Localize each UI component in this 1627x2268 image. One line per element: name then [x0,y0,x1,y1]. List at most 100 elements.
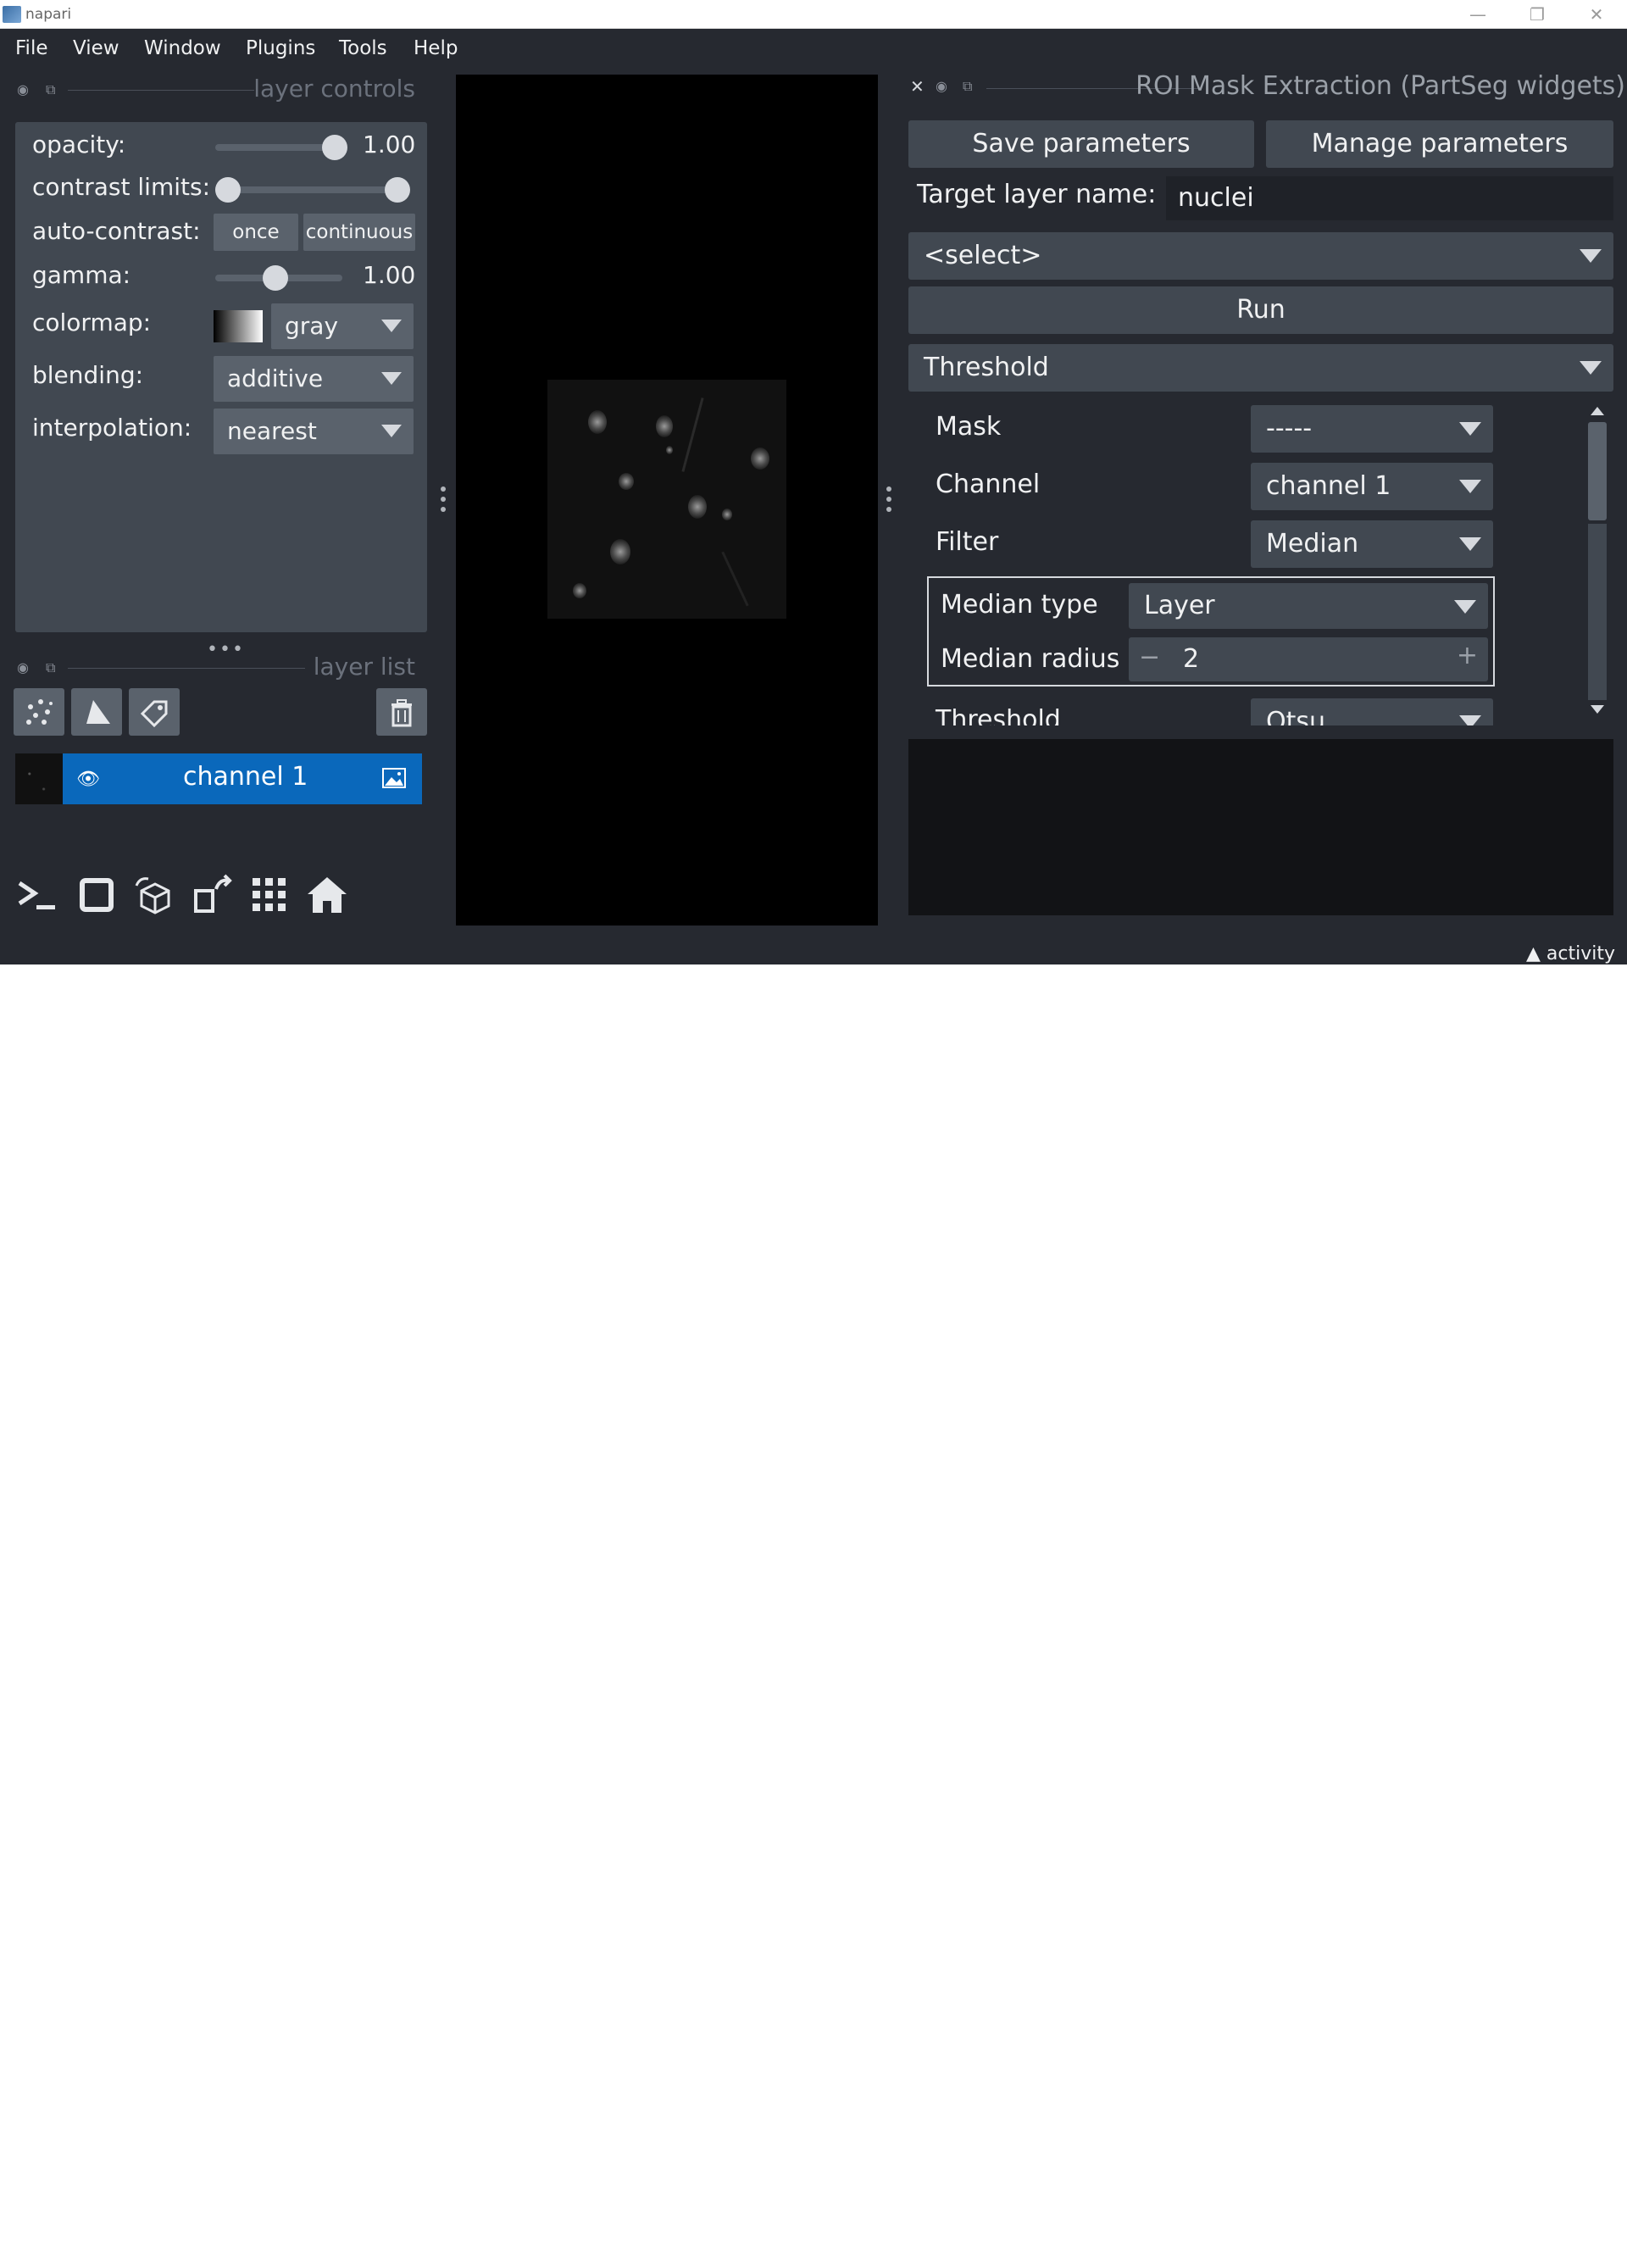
threshold-row-clip: Threshold Otsu [898,698,1610,725]
target-layer-input[interactable]: nuclei [1166,176,1613,220]
left-dock: ◉ ⧉ layer controls opacity: 1.00 contras… [0,71,441,964]
transpose-dimensions-button[interactable] [186,870,237,920]
napari-window: napari — ❐ ✕ File View Window Plugins To… [0,0,1627,964]
gamma-slider-handle[interactable] [263,265,288,291]
layer-item-channel-1[interactable]: 👁 channel 1 [15,753,422,804]
auto-contrast-continuous-button[interactable]: continuous [303,214,415,251]
plus-icon[interactable]: + [1457,641,1478,670]
opacity-label: opacity: [32,131,126,158]
close-icon[interactable]: ✕ [1580,2,1613,27]
splitter-handle[interactable]: ••• [207,639,245,660]
chevron-down-icon [381,425,402,437]
manage-parameters-button[interactable]: Manage parameters [1266,120,1613,168]
mask-dropdown[interactable]: ----- [1251,405,1493,453]
grid-view-button[interactable] [244,870,295,920]
scroll-up-arrow-icon[interactable] [1591,407,1604,415]
median-type-label: Median type [941,590,1098,620]
restore-icon[interactable]: ❐ [1520,2,1554,27]
undock-icon[interactable]: ⧉ [46,81,55,98]
filter-dropdown[interactable]: Median [1251,520,1493,568]
new-shapes-layer-button[interactable] [71,688,122,736]
auto-contrast-label: auto-contrast: [32,217,201,245]
channel-value: channel 1 [1266,471,1391,501]
console-icon [18,881,55,909]
layer-list-title: layer list [313,653,415,681]
interpolation-label: interpolation: [32,414,192,442]
opacity-slider-handle[interactable] [322,135,347,160]
label-tag-icon [140,700,168,728]
napari-logo-icon [3,6,21,23]
float-dock-icon[interactable]: ◉ [17,81,29,97]
menu-help[interactable]: Help [414,37,458,59]
chevron-down-icon [1459,480,1481,493]
toggle-ndisplay-button[interactable] [71,870,122,920]
shapes-icon [86,700,110,724]
scroll-down-arrow-icon[interactable] [1591,705,1604,714]
roll-dimensions-button[interactable] [129,870,180,920]
title-bar: napari — ❐ ✕ [0,0,1627,29]
scrollbar-track[interactable] [1588,524,1607,700]
minus-icon[interactable]: − [1139,642,1160,672]
parameters-scrollbar[interactable] [1586,405,1607,727]
scrollbar-thumb[interactable] [1588,422,1607,520]
menu-window[interactable]: Window [144,37,221,59]
console-button[interactable] [12,870,63,920]
layer-name[interactable]: channel 1 [183,762,308,792]
right-splitter-handle[interactable] [886,486,891,517]
new-points-layer-button[interactable] [14,688,64,736]
left-splitter-handle[interactable] [441,486,446,517]
channel-label: Channel [936,470,1041,499]
reset-view-button[interactable] [302,870,353,920]
menu-file[interactable]: File [15,37,48,59]
close-icon[interactable]: ✕ [910,76,925,97]
blending-dropdown[interactable]: additive [214,356,414,402]
undock-icon[interactable]: ⧉ [46,659,55,676]
colormap-label: colormap: [32,309,152,336]
median-type-dropdown[interactable]: Layer [1129,583,1488,629]
mask-label: Mask [936,412,1002,442]
channel-dropdown[interactable]: channel 1 [1251,463,1493,510]
info-log-area [908,739,1613,915]
eye-icon[interactable]: 👁 [76,769,100,790]
chevron-down-icon [1580,249,1602,263]
run-button[interactable]: Run [908,286,1613,334]
float-dock-icon[interactable]: ◉ [936,78,947,94]
interpolation-dropdown[interactable]: nearest [214,409,414,454]
minimize-icon[interactable]: — [1461,2,1495,27]
menu-bar: File View Window Plugins Tools Help [0,29,1627,71]
filter-label: Filter [936,527,999,557]
median-radius-value[interactable]: 2 [1183,644,1199,674]
chevron-down-icon [1454,600,1476,614]
activity-label: activity [1546,943,1615,964]
median-filter-box: Median type Layer Median radius − 2 + [927,576,1495,687]
new-labels-layer-button[interactable] [129,688,180,736]
colormap-dropdown[interactable]: gray [271,303,414,349]
chevron-down-icon [381,372,402,385]
delete-layer-button[interactable] [376,688,427,736]
median-radius-spinbox[interactable]: − 2 + [1129,637,1488,681]
float-dock-icon[interactable]: ◉ [17,659,29,675]
gamma-label: gamma: [32,261,131,289]
undock-icon[interactable]: ⧉ [963,78,972,95]
menu-view[interactable]: View [73,37,119,59]
threshold-value: Otsu [1266,707,1326,725]
menu-plugins[interactable]: Plugins [246,37,315,59]
activity-button[interactable]: ▲ activity [1526,943,1615,964]
median-type-value: Layer [1144,591,1215,620]
algorithm-dropdown[interactable]: Threshold [908,344,1613,392]
viewer-canvas[interactable] [456,75,878,926]
contrast-limits-slider[interactable] [225,186,395,193]
roi-mask-extraction-dock: ✕ ◉ ⧉ ROI Mask Extraction (PartSeg widge… [898,71,1627,964]
contrast-max-handle[interactable] [385,177,410,203]
menu-tools[interactable]: Tools [339,37,387,59]
auto-contrast-once-button[interactable]: once [214,214,298,251]
threshold-dropdown[interactable]: Otsu [1251,698,1493,725]
caret-up-icon: ▲ [1525,943,1541,964]
contrast-min-handle[interactable] [215,177,241,203]
mask-value: ----- [1266,414,1313,443]
chevron-down-icon [1580,361,1602,375]
profile-select-dropdown[interactable]: <select> [908,232,1613,280]
profile-select-value: <select> [924,241,1042,270]
home-icon [308,877,347,913]
save-parameters-button[interactable]: Save parameters [908,120,1254,168]
